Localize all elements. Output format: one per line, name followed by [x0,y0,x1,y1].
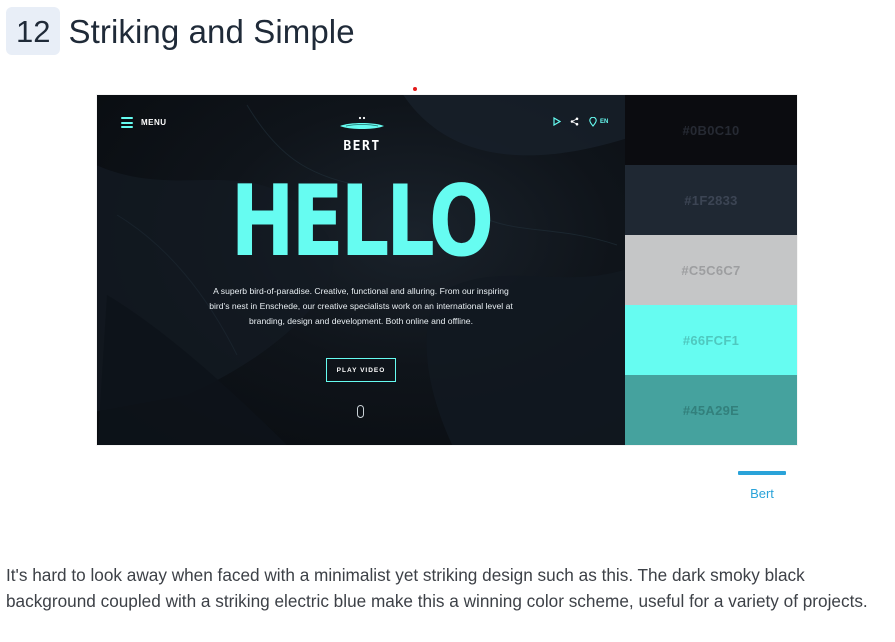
play-icon[interactable] [552,117,561,126]
image-caption: Bert [738,471,786,501]
color-swatch-3: #66FCF1 [625,305,797,375]
location-icon[interactable] [588,116,597,127]
section-heading: 12 Striking and Simple [6,7,355,55]
swatch-hex-label: #66FCF1 [682,332,740,348]
scroll-indicator-icon[interactable] [357,405,364,418]
red-dot-marker [413,87,417,91]
section-title: Striking and Simple [68,12,355,50]
caption-source-link[interactable]: Bert [738,486,786,501]
body-paragraph: It's hard to look away when faced with a… [6,565,868,611]
menu-button[interactable]: MENU [121,117,167,128]
color-swatch-4: #45A29E [625,375,797,445]
hero-preview: MENU BERT EN HELLO A superb bird-of-para… [97,95,625,445]
color-palette: #0B0C10 #1F2833 #C5C6C7 #66FCF1 #45A29E [625,95,797,445]
caption-accent-bar [738,471,786,475]
hero-description: A superb bird-of-paradise. Creative, fun… [209,286,513,326]
article-section: 12 Striking and Simple MENU BERT EN HELL… [0,0,895,642]
website-screenshot: MENU BERT EN HELLO A superb bird-of-para… [97,95,797,445]
share-icon[interactable] [570,117,579,126]
top-right-icons: EN [552,116,608,127]
hamburger-icon [121,117,133,128]
swatch-hex-label: #C5C6C7 [681,262,741,278]
brand-logo[interactable]: BERT [335,115,389,154]
play-video-button[interactable]: PLAY VIDEO [326,358,396,382]
color-swatch-0: #0B0C10 [625,95,797,165]
swatch-hex-label: #45A29E [682,402,740,418]
brand-name: BERT [343,139,381,154]
language-selector[interactable]: EN [600,119,608,125]
hero-headline: HELLO [230,165,494,279]
color-swatch-1: #1F2833 [625,165,797,235]
menu-label: MENU [141,118,167,127]
bird-logo-icon [340,116,384,129]
color-swatch-2: #C5C6C7 [625,235,797,305]
swatch-hex-label: #1F2833 [684,192,738,208]
swatch-hex-label: #0B0C10 [682,122,740,138]
section-number-badge: 12 [6,7,61,55]
